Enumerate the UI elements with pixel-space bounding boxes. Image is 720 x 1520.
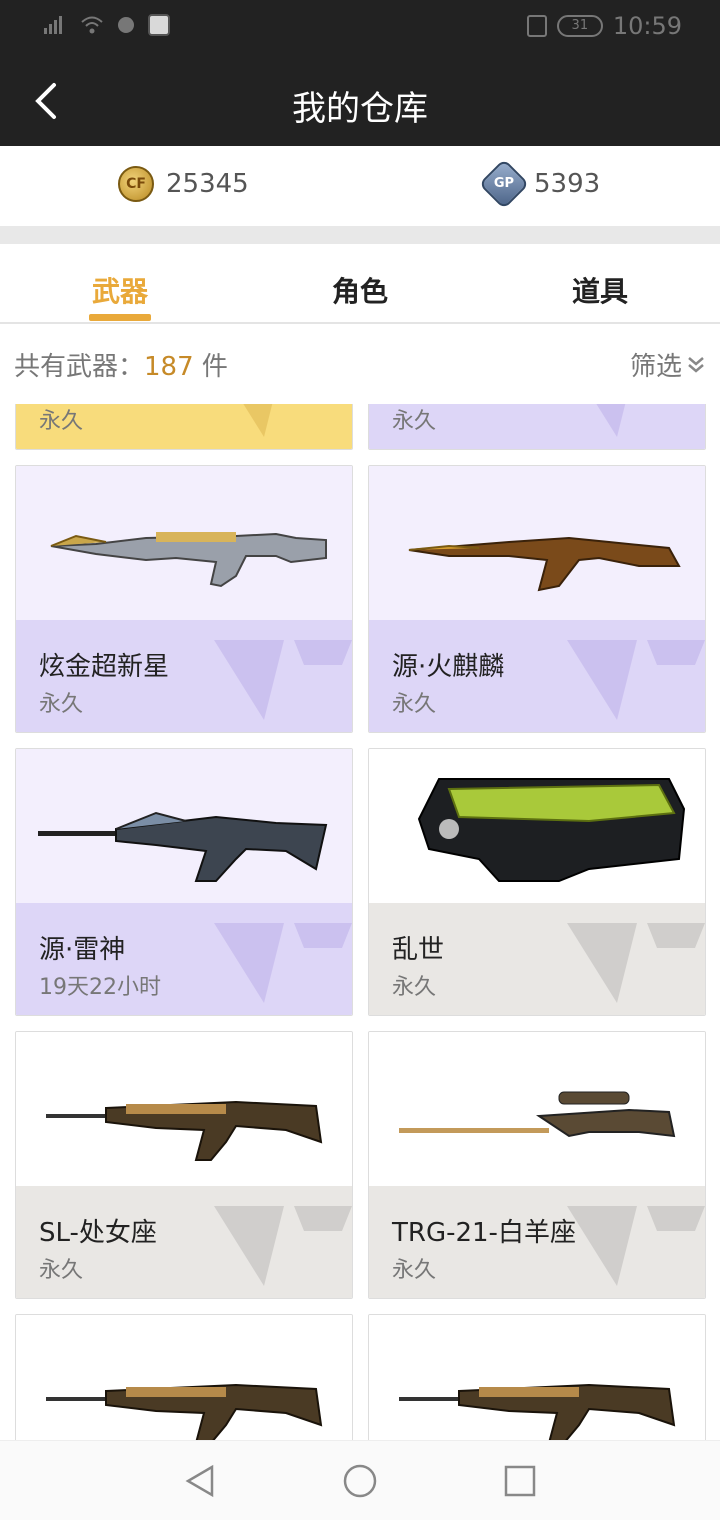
rifle-icon	[50, 532, 327, 588]
weapon-duration: 永久	[392, 1258, 437, 1283]
weapon-image-area	[16, 1032, 352, 1186]
weapon-duration: 永久	[39, 409, 84, 434]
weapon-grid: 永久 永久 炫金超新星 永久 源·火麒麟 永久 源·雷神 19天22小时 乱世 …	[0, 404, 720, 1440]
system-nav-bar	[0, 1440, 720, 1520]
weapon-image-area	[369, 466, 705, 620]
weapon-card[interactable]: TRG-21-白羊座 永久	[368, 1031, 706, 1299]
rifle-icon	[38, 811, 328, 882]
tab-weapons[interactable]: 武器	[92, 270, 148, 310]
weapon-name: SL-处女座	[39, 1218, 157, 1248]
coin-value: 25345	[166, 169, 249, 199]
weapon-card[interactable]: SL-处女座 永久	[15, 1031, 353, 1299]
cf-logo-icon	[243, 404, 273, 437]
gp-value: 5393	[534, 169, 601, 199]
weapon-image-area	[16, 749, 352, 903]
weapon-info: 源·雷神 19天22小时	[16, 903, 352, 1015]
weapon-count-text: 共有武器：187 件	[14, 352, 228, 382]
battery-icon: 31	[556, 15, 603, 37]
weapon-duration: 永久	[392, 409, 437, 434]
weapon-card[interactable]: 乱世 永久	[368, 748, 706, 1016]
rifle-icon	[408, 536, 681, 592]
weapon-duration: 永久	[39, 692, 84, 717]
weapon-name: 源·雷神	[39, 935, 126, 965]
filter-button[interactable]: 筛选	[630, 346, 706, 383]
rifle-icon	[46, 1100, 323, 1161]
divider	[0, 226, 720, 244]
inventory-summary: 共有武器：187 件 筛选	[0, 326, 720, 404]
weapon-duration: 永久	[392, 692, 437, 717]
weapon-card[interactable]: 炫金超新星 永久	[15, 465, 353, 733]
weapon-info: SL-处女座 永久	[16, 1186, 352, 1298]
tab-characters[interactable]: 角色	[332, 270, 388, 310]
weapon-duration: 永久	[392, 975, 437, 1000]
cf-logo-icon	[214, 640, 352, 720]
currency-bar: CF 25345 GP 5393	[0, 146, 720, 226]
rifle-icon	[46, 1383, 323, 1440]
gp-icon: GP	[478, 158, 530, 210]
weapon-info: 永久	[369, 404, 705, 449]
weapon-name: 源·火麒麟	[392, 652, 505, 682]
cf-logo-icon	[214, 923, 352, 1003]
weapon-card[interactable]	[368, 1314, 706, 1440]
weapon-card[interactable]	[15, 1314, 353, 1440]
weapon-card[interactable]: 永久	[368, 404, 706, 450]
weapon-name: 乱世	[392, 935, 445, 965]
cf-logo-icon	[567, 923, 705, 1003]
gp-balance: GP 5393	[478, 158, 601, 210]
weapon-info: 炫金超新星 永久	[16, 620, 352, 732]
weapon-card[interactable]: 源·雷神 19天22小时	[15, 748, 353, 1016]
wifi-icon	[81, 16, 103, 34]
weapon-info: 永久	[16, 404, 352, 449]
weapon-name: 炫金超新星	[39, 652, 170, 682]
weapon-info: TRG-21-白羊座 永久	[369, 1186, 705, 1298]
home-nav-icon[interactable]	[342, 1463, 378, 1499]
vibrate-icon	[526, 15, 547, 37]
cf-logo-icon	[596, 404, 626, 437]
weapon-image-area	[369, 1032, 705, 1186]
status-bar: 31 10:59	[0, 0, 720, 55]
weapon-duration: 永久	[39, 1258, 84, 1283]
rifle-icon	[399, 1383, 676, 1440]
weapon-count: 187	[144, 352, 194, 382]
smg-icon	[417, 778, 686, 882]
weapon-image-area	[16, 466, 352, 620]
weapon-info: 源·火麒麟 永久	[369, 620, 705, 732]
back-nav-icon[interactable]	[182, 1463, 218, 1499]
cf-logo-icon	[567, 1206, 705, 1286]
weapon-name: TRG-21-白羊座	[392, 1218, 576, 1248]
weapon-image-area	[369, 1315, 705, 1440]
app-header: 我的仓库	[0, 55, 720, 146]
signal-icon	[44, 16, 62, 34]
weapon-duration: 19天22小时	[39, 975, 161, 1000]
weapon-info: 乱世 永久	[369, 903, 705, 1015]
globe-icon	[118, 17, 134, 33]
weapon-image-area	[16, 1315, 352, 1440]
coin-balance: CF 25345	[118, 166, 249, 202]
tab-items[interactable]: 道具	[572, 270, 628, 310]
app-notification-icon	[148, 14, 170, 36]
sniper-rifle-icon	[399, 1091, 676, 1138]
page-title: 我的仓库	[292, 89, 428, 129]
clock: 10:59	[612, 12, 682, 40]
weapon-card[interactable]: 永久	[15, 404, 353, 450]
recents-nav-icon[interactable]	[502, 1463, 538, 1499]
chevron-down-icon	[688, 356, 704, 373]
weapon-image-area	[369, 749, 705, 903]
cf-logo-icon	[214, 1206, 352, 1286]
cf-coin-icon: CF	[118, 166, 154, 202]
weapon-card[interactable]: 源·火麒麟 永久	[368, 465, 706, 733]
category-tabs: 武器 角色 道具	[0, 244, 720, 324]
cf-logo-icon	[567, 640, 705, 720]
active-tab-indicator	[89, 314, 151, 321]
